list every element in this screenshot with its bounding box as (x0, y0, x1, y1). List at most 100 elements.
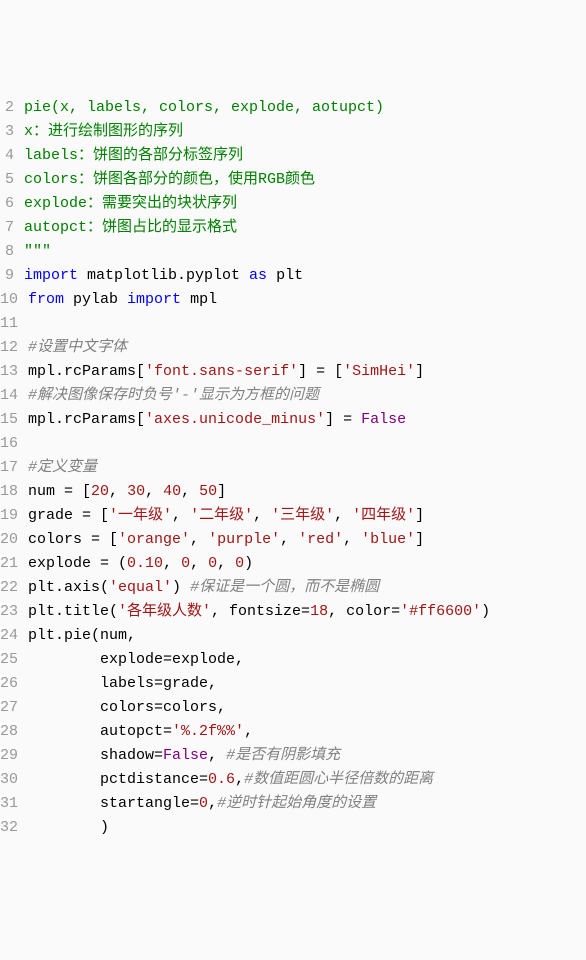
line-source: """ (24, 240, 490, 264)
code-line: 20colors = ['orange', 'purple', 'red', '… (0, 528, 490, 552)
token: , (145, 483, 163, 500)
code-line: 11 (0, 312, 490, 336)
code-line: 13mpl.rcParams['font.sans-serif'] = ['Si… (0, 360, 490, 384)
token: 20 (91, 483, 109, 500)
line-source: colors = ['orange', 'purple', 'red', 'bl… (28, 528, 490, 552)
line-number: 2 (0, 96, 24, 120)
token: shadow= (28, 747, 163, 764)
code-line: 3x：进行绘制图形的序列 (0, 120, 490, 144)
line-source: autopct：饼图占比的显示格式 (24, 216, 490, 240)
token: 0.10 (127, 555, 163, 572)
token: mpl (181, 291, 217, 308)
token: '二年级' (190, 507, 253, 524)
token: 'axes.unicode_minus' (145, 411, 325, 428)
code-line: 28 autopct='%.2f%%', (0, 720, 490, 744)
token: False (163, 747, 208, 764)
token: , color= (328, 603, 400, 620)
code-line: 18num = [20, 30, 40, 50] (0, 480, 490, 504)
line-source (28, 312, 490, 336)
line-source: #设置中文字体 (28, 336, 490, 360)
token: 40 (163, 483, 181, 500)
token: , (208, 747, 226, 764)
token: plt (267, 267, 303, 284)
line-source: ) (28, 816, 490, 840)
token: ) (28, 819, 109, 836)
code-line: 9import matplotlib.pyplot as plt (0, 264, 490, 288)
code-lines: 2pie(x, labels, colors, explode, aotupct… (0, 96, 490, 840)
token: mpl.rcParams[ (28, 411, 145, 428)
token: , (190, 555, 208, 572)
line-number: 16 (0, 432, 28, 456)
token: '#ff6600' (400, 603, 481, 620)
code-line: 4labels：饼图的各部分标签序列 (0, 144, 490, 168)
token: as (249, 267, 267, 284)
code-line: 30 pctdistance=0.6,#数值距圆心半径倍数的距离 (0, 768, 490, 792)
token: , (280, 531, 298, 548)
line-source: plt.title('各年级人数', fontsize=18, color='#… (28, 600, 490, 624)
code-line: 2pie(x, labels, colors, explode, aotupct… (0, 96, 490, 120)
line-source: pctdistance=0.6,#数值距圆心半径倍数的距离 (28, 768, 490, 792)
token: startangle= (28, 795, 199, 812)
code-line: 27 colors=colors, (0, 696, 490, 720)
code-line: 5colors：饼图各部分的颜色，使用RGB颜色 (0, 168, 490, 192)
code-line: 21explode = (0.10, 0, 0, 0) (0, 552, 490, 576)
code-line: 23plt.title('各年级人数', fontsize=18, color=… (0, 600, 490, 624)
token: 18 (310, 603, 328, 620)
token: explode = ( (28, 555, 127, 572)
token: from (28, 291, 64, 308)
line-number: 26 (0, 672, 28, 696)
line-number: 17 (0, 456, 28, 480)
line-number: 32 (0, 816, 28, 840)
line-number: 27 (0, 696, 28, 720)
line-source: #解决图像保存时负号'-'显示为方框的问题 (28, 384, 490, 408)
code-line: 6explode：需要突出的块状序列 (0, 192, 490, 216)
token: 0 (208, 555, 217, 572)
line-number: 25 (0, 648, 28, 672)
token: , (208, 795, 217, 812)
token: pctdistance= (28, 771, 208, 788)
token: #设置中文字体 (28, 339, 127, 356)
token: , (244, 723, 253, 740)
line-number: 18 (0, 480, 28, 504)
token: 'orange' (118, 531, 190, 548)
line-source: labels：饼图的各部分标签序列 (24, 144, 490, 168)
line-number: 14 (0, 384, 28, 408)
token: 50 (199, 483, 217, 500)
code-line: 19grade = ['一年级', '二年级', '三年级', '四年级'] (0, 504, 490, 528)
token: '三年级' (271, 507, 334, 524)
token: , (172, 507, 190, 524)
token: """ (24, 243, 51, 260)
token: , (334, 507, 352, 524)
code-line: 24plt.pie(num, (0, 624, 490, 648)
token: #逆时针起始角度的设置 (217, 795, 376, 812)
code-line: 12#设置中文字体 (0, 336, 490, 360)
token: colors：饼图各部分的颜色，使用RGB颜色 (24, 171, 315, 188)
line-source: plt.axis('equal') #保证是一个圆，而不是椭圆 (28, 576, 490, 600)
token: labels：饼图的各部分标签序列 (24, 147, 243, 164)
token: matplotlib.pyplot (78, 267, 249, 284)
token: 30 (127, 483, 145, 500)
token: , (253, 507, 271, 524)
token: #是否有阴影填充 (226, 747, 340, 764)
line-number: 5 (0, 168, 24, 192)
line-source: from pylab import mpl (28, 288, 490, 312)
token: explode=explode, (28, 651, 244, 668)
token: '一年级' (109, 507, 172, 524)
code-line: 8""" (0, 240, 490, 264)
token: '四年级' (352, 507, 415, 524)
token: pylab (64, 291, 127, 308)
code-line: 10from pylab import mpl (0, 288, 490, 312)
token: num = [ (28, 483, 91, 500)
line-source: shadow=False, #是否有阴影填充 (28, 744, 490, 768)
token: autopct：饼图占比的显示格式 (24, 219, 237, 236)
token: ] (415, 363, 424, 380)
line-number: 4 (0, 144, 24, 168)
token: , fontsize= (211, 603, 310, 620)
line-source: mpl.rcParams['axes.unicode_minus'] = Fal… (28, 408, 490, 432)
line-number: 8 (0, 240, 24, 264)
line-number: 13 (0, 360, 28, 384)
token: import (24, 267, 78, 284)
token: , (181, 483, 199, 500)
code-line: 14#解决图像保存时负号'-'显示为方框的问题 (0, 384, 490, 408)
token: ] = (325, 411, 361, 428)
